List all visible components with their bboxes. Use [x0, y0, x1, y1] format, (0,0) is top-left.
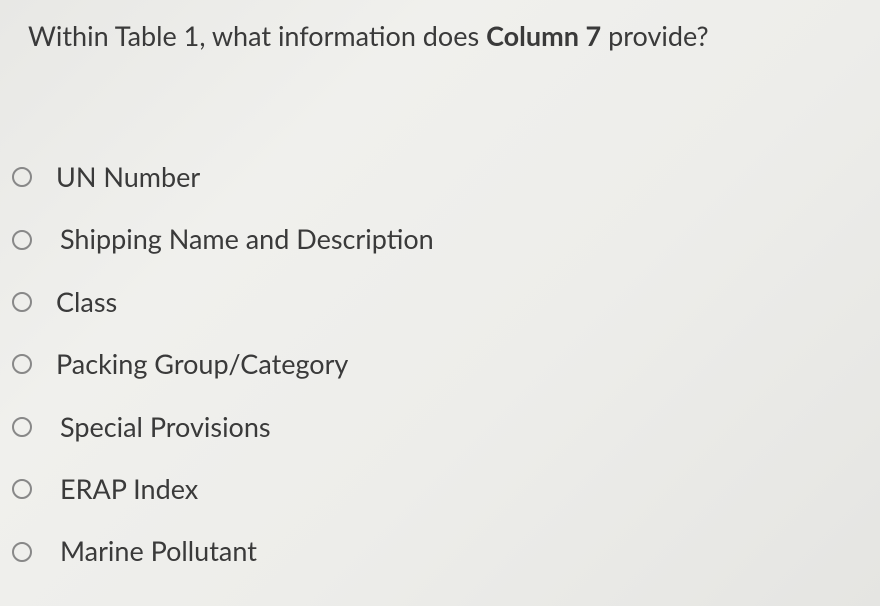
radio-icon[interactable] — [12, 542, 32, 562]
option-label: Special Provisions — [60, 411, 271, 443]
radio-icon[interactable] — [12, 417, 32, 437]
radio-icon[interactable] — [12, 292, 32, 312]
radio-icon[interactable] — [12, 167, 32, 187]
option-label: Marine Pollutant — [60, 535, 257, 567]
option-packing-group[interactable]: Packing Group/Category — [12, 348, 880, 380]
option-shipping-name[interactable]: Shipping Name and Description — [12, 223, 880, 255]
question-suffix: provide? — [601, 19, 708, 52]
option-marine-pollutant[interactable]: Marine Pollutant — [12, 535, 880, 567]
option-label: Class — [56, 286, 117, 318]
question-container: Within Table 1, what information does Co… — [0, 0, 880, 53]
radio-icon[interactable] — [12, 354, 32, 374]
option-erap-index[interactable]: ERAP Index — [12, 473, 880, 505]
question-text: Within Table 1, what information does Co… — [28, 18, 852, 53]
question-bold: Column 7 — [486, 19, 601, 52]
option-label: Shipping Name and Description — [60, 223, 434, 255]
question-prefix: Within Table 1, what information does — [28, 19, 486, 52]
radio-icon[interactable] — [12, 230, 32, 250]
options-list: UN Number Shipping Name and Description … — [0, 161, 880, 568]
option-label: Packing Group/Category — [56, 348, 348, 380]
option-label: ERAP Index — [60, 473, 198, 505]
option-label: UN Number — [56, 161, 200, 193]
option-class[interactable]: Class — [12, 286, 880, 318]
radio-icon[interactable] — [12, 479, 32, 499]
option-special-provisions[interactable]: Special Provisions — [12, 411, 880, 443]
option-un-number[interactable]: UN Number — [12, 161, 880, 193]
